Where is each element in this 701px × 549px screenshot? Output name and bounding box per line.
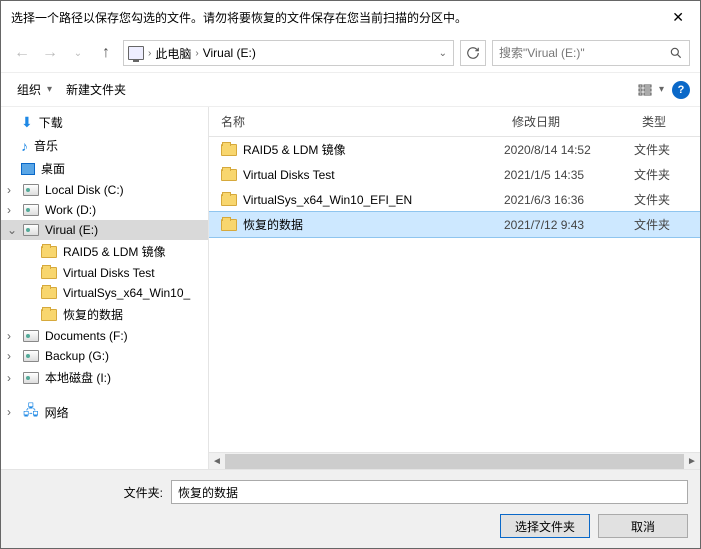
file-type: 文件夹	[630, 139, 700, 160]
search-input[interactable]	[492, 40, 690, 66]
select-folder-button[interactable]: 选择文件夹	[500, 514, 590, 538]
list-body[interactable]: RAID5 & LDM 镜像2020/8/14 14:52文件夹Virtual …	[209, 137, 700, 452]
col-type[interactable]: 类型	[630, 107, 700, 136]
drive-icon	[23, 224, 39, 236]
desktop-icon	[21, 163, 35, 175]
folder-icon	[41, 267, 57, 279]
network-icon: 🖧	[23, 400, 39, 424]
search-icon	[669, 46, 683, 60]
help-icon[interactable]: ?	[672, 81, 690, 99]
drive-icon	[23, 372, 39, 384]
footer: 文件夹: 选择文件夹 取消	[1, 469, 700, 548]
body: ⬇下载 ♪音乐 桌面 Local Disk (C:) Work (D:) Vir…	[1, 107, 700, 469]
folder-icon	[221, 219, 237, 231]
organize-label: 组织	[17, 81, 41, 98]
refresh-icon	[466, 46, 480, 60]
nav-row: ← → ⌄ ↑ › 此电脑 › Virual (E:) ⌄	[1, 34, 700, 72]
scroll-left-icon[interactable]: ◄	[209, 453, 225, 470]
h-scrollbar[interactable]: ◄ ►	[209, 452, 700, 469]
dialog-title: 选择一个路径以保存您勾选的文件。请勿将要恢复的文件保存在您当前扫描的分区中。	[11, 9, 666, 26]
tree-workd[interactable]: Work (D:)	[1, 200, 208, 220]
list-row[interactable]: Virtual Disks Test 2021/1/5 14:35文件夹	[209, 162, 700, 187]
file-name: 恢复的数据	[243, 216, 303, 233]
tree-desktop[interactable]: 桌面	[1, 157, 208, 180]
folder-icon	[41, 287, 57, 299]
file-date: 2021/1/5 14:35	[500, 166, 630, 184]
list-row[interactable]: VirtualSys_x64_Win10_EFI_EN 2021/6/3 16:3…	[209, 187, 700, 212]
folder-icon	[41, 246, 57, 258]
col-date[interactable]: 修改日期	[500, 107, 630, 136]
tree-vsys[interactable]: VirtualSys_x64_Win10_	[1, 283, 208, 303]
close-icon[interactable]: ✕	[666, 9, 690, 26]
tree-viruale[interactable]: Virual (E:)	[1, 220, 208, 240]
nav-back-icon[interactable]: ←	[11, 42, 33, 64]
search-field[interactable]	[499, 46, 669, 60]
new-folder-button[interactable]: 新建文件夹	[60, 79, 132, 100]
organize-button[interactable]: 组织 ▾	[11, 79, 60, 100]
tree-raid5[interactable]: RAID5 & LDM 镜像	[1, 240, 208, 263]
folder-icon	[221, 144, 237, 156]
view-icon	[637, 82, 653, 98]
chevron-down-icon[interactable]: ⌄	[437, 48, 449, 59]
breadcrumb-root[interactable]: 此电脑	[155, 45, 191, 62]
folder-input[interactable]	[171, 480, 688, 504]
drive-icon	[23, 184, 39, 196]
button-row: 选择文件夹 取消	[13, 514, 688, 538]
breadcrumb[interactable]: › 此电脑 › Virual (E:) ⌄	[123, 40, 454, 66]
nav-up-icon[interactable]: ↑	[95, 42, 117, 64]
refresh-button[interactable]	[460, 40, 486, 66]
list-row[interactable]: RAID5 & LDM 镜像 2020/8/14 14:52文件夹	[209, 137, 700, 162]
tree-docsf[interactable]: Documents (F:)	[1, 326, 208, 346]
tree-recov[interactable]: 恢复的数据	[1, 303, 208, 326]
tree-locali[interactable]: 本地磁盘 (I:)	[1, 366, 208, 389]
breadcrumb-current[interactable]: Virual (E:)	[203, 46, 256, 60]
download-icon: ⬇	[21, 114, 33, 131]
file-date: 2020/8/14 14:52	[500, 141, 630, 159]
drive-icon	[23, 204, 39, 216]
list-header: 名称 修改日期 类型	[209, 107, 700, 137]
tree-downloads[interactable]: ⬇下载	[1, 111, 208, 134]
chevron-right-icon[interactable]: ›	[193, 48, 200, 59]
tree-localc[interactable]: Local Disk (C:)	[1, 180, 208, 200]
folder-icon	[41, 309, 57, 321]
folder-icon	[221, 194, 237, 206]
nav-forward-icon[interactable]: →	[39, 42, 61, 64]
view-mode-button[interactable]: ▾	[631, 82, 672, 98]
nav-history-icon[interactable]: ⌄	[67, 42, 89, 64]
tree-music[interactable]: ♪音乐	[1, 134, 208, 157]
list-row[interactable]: 恢复的数据 2021/7/12 9:43文件夹	[209, 212, 700, 237]
scroll-thumb[interactable]	[225, 454, 684, 469]
file-type: 文件夹	[630, 189, 700, 210]
file-date: 2021/6/3 16:36	[500, 191, 630, 209]
file-name: RAID5 & LDM 镜像	[243, 141, 346, 158]
col-name[interactable]: 名称	[209, 107, 500, 136]
tree-vdisks[interactable]: Virtual Disks Test	[1, 263, 208, 283]
pc-icon	[128, 46, 144, 60]
toolbar: 组织 ▾ 新建文件夹 ▾ ?	[1, 72, 700, 107]
titlebar: 选择一个路径以保存您勾选的文件。请勿将要恢复的文件保存在您当前扫描的分区中。 ✕	[1, 1, 700, 34]
folder-label: 文件夹:	[13, 484, 163, 501]
drive-icon	[23, 350, 39, 362]
file-name: Virtual Disks Test	[243, 168, 335, 182]
chevron-right-icon[interactable]: ›	[146, 48, 153, 59]
file-name: VirtualSys_x64_Win10_EFI_EN	[243, 193, 412, 207]
chevron-down-icon: ▾	[657, 84, 666, 95]
file-type: 文件夹	[630, 164, 700, 185]
tree-backupg[interactable]: Backup (G:)	[1, 346, 208, 366]
list-pane: 名称 修改日期 类型 RAID5 & LDM 镜像 2020/8/14 14:52…	[209, 107, 700, 469]
tree-pane[interactable]: ⬇下载 ♪音乐 桌面 Local Disk (C:) Work (D:) Vir…	[1, 107, 209, 469]
tree-network[interactable]: 🖧网络	[1, 397, 208, 427]
scroll-right-icon[interactable]: ►	[684, 453, 700, 470]
cancel-button[interactable]: 取消	[598, 514, 688, 538]
folder-row: 文件夹:	[13, 480, 688, 504]
file-type: 文件夹	[630, 214, 700, 235]
file-date: 2021/7/12 9:43	[500, 216, 630, 234]
chevron-down-icon: ▾	[45, 84, 54, 95]
folder-icon	[221, 169, 237, 181]
drive-icon	[23, 330, 39, 342]
new-folder-label: 新建文件夹	[66, 81, 126, 98]
music-icon: ♪	[21, 138, 28, 154]
